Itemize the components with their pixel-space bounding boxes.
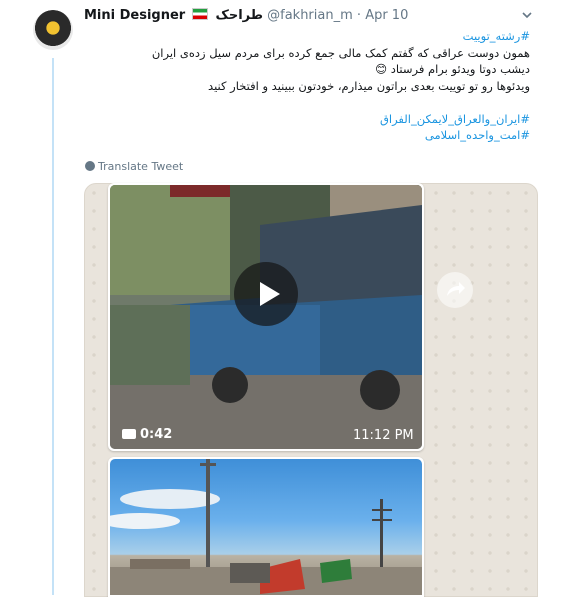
iran-flag-icon bbox=[192, 8, 209, 20]
video-scene bbox=[110, 459, 422, 595]
play-icon bbox=[260, 282, 280, 306]
video-duration: 0:42 bbox=[122, 427, 172, 442]
tweet-text: #رشته_توییت همون دوست عراقی که گفتم کمک … bbox=[84, 28, 530, 144]
handle[interactable]: @fakhrian_m bbox=[267, 8, 353, 23]
display-name[interactable]: Mini Designer bbox=[84, 8, 185, 23]
hashtag-link[interactable]: #ایران_والعراق_لایمکن_الفراق bbox=[84, 111, 530, 128]
hashtag-link[interactable]: #رشته_توییت bbox=[84, 28, 530, 45]
separator-dot: · bbox=[356, 8, 362, 23]
video-camera-icon bbox=[122, 429, 136, 439]
tweet-line: دیشب دوتا ویدئو برام فرستاد 😊 bbox=[375, 62, 530, 76]
share-button[interactable] bbox=[437, 272, 473, 308]
duration-label: 0:42 bbox=[140, 427, 173, 442]
share-arrow-icon bbox=[447, 282, 465, 296]
tweet-header: Mini Designer طراحک @fakhrian_m · Apr 10 bbox=[84, 8, 534, 26]
video-thumbnail[interactable] bbox=[110, 459, 422, 595]
hashtag-link[interactable]: #امت_واحده_اسلامی bbox=[84, 127, 530, 144]
translate-tweet-link[interactable]: Translate Tweet bbox=[85, 160, 183, 173]
display-name-rtl[interactable]: طراحک bbox=[216, 8, 263, 23]
translate-label: Translate Tweet bbox=[98, 160, 184, 173]
tweet-date[interactable]: Apr 10 bbox=[365, 8, 408, 23]
globe-icon bbox=[85, 161, 95, 171]
chevron-down-icon[interactable] bbox=[520, 8, 534, 22]
tweet-line: ویدئوها رو تو توییت بعدی براتون میذارم، … bbox=[208, 78, 530, 93]
avatar[interactable] bbox=[33, 10, 73, 50]
thread-line bbox=[52, 58, 54, 595]
tweet-line: همون دوست عراقی که گفتم کمک مالی جمع کرد… bbox=[151, 45, 530, 60]
video-timestamp: 11:12 PM bbox=[353, 428, 414, 443]
play-button[interactable] bbox=[234, 262, 298, 326]
